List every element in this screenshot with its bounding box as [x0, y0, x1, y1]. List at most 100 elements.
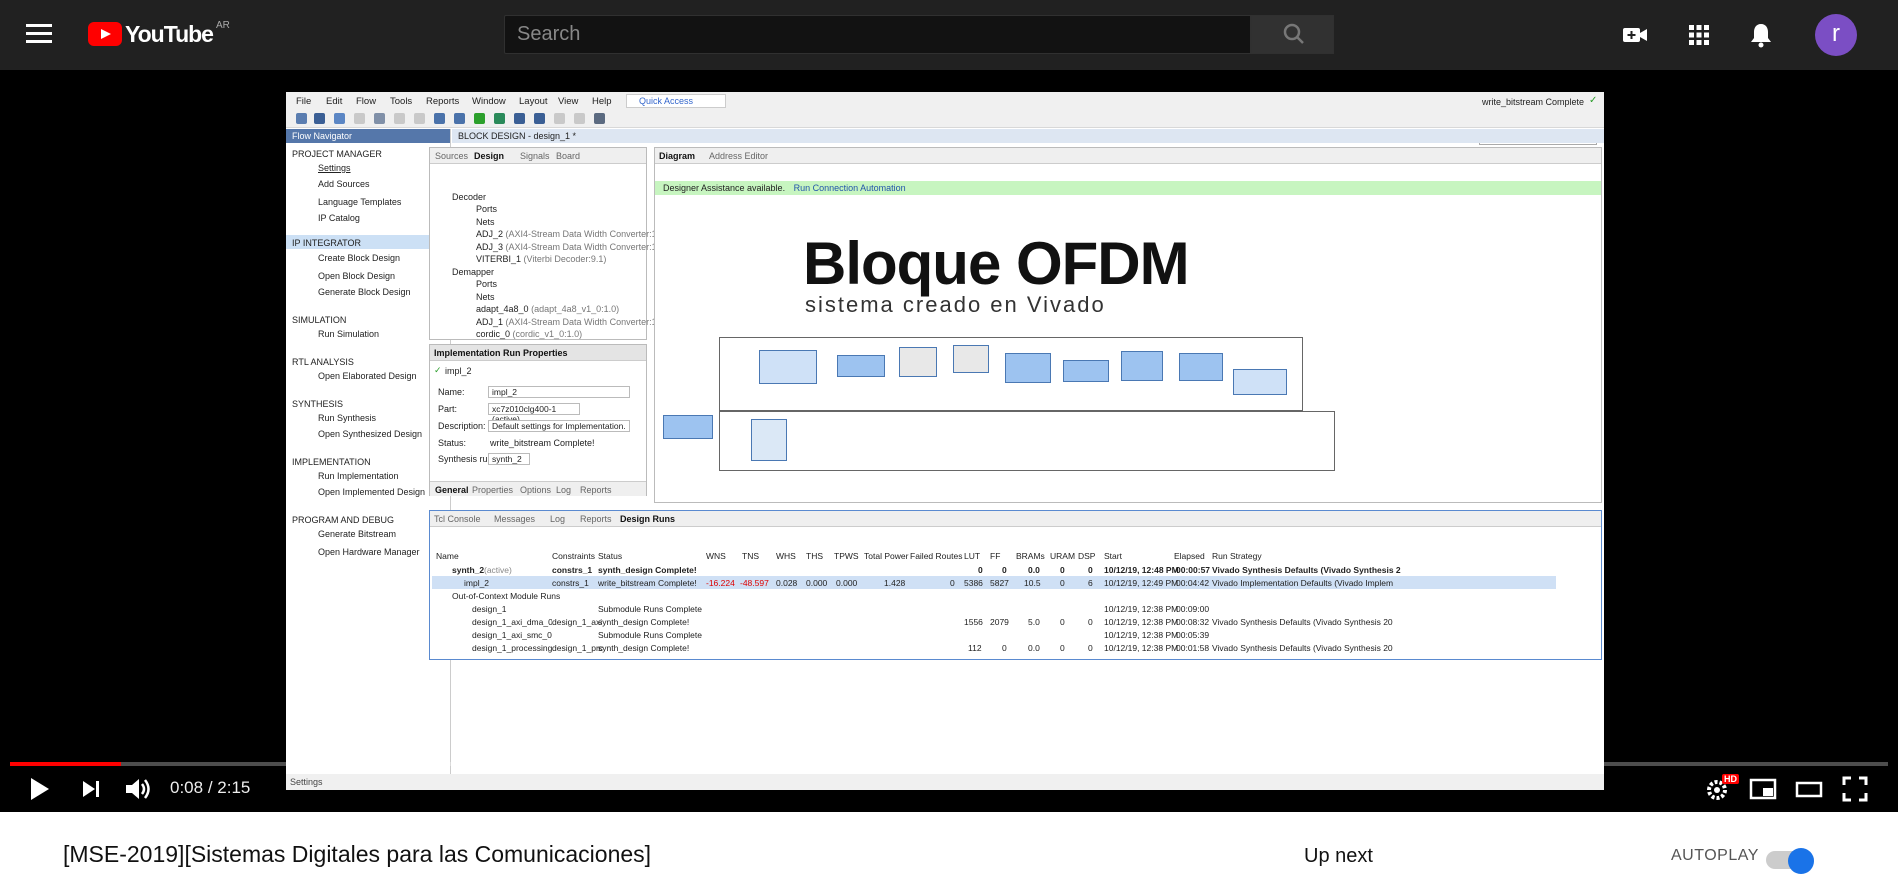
slide-title: Bloque OFDM	[803, 230, 1190, 297]
design-runs-panel: Tcl Console Messages Log Reports Design …	[429, 510, 1602, 660]
tree-row: ADJ_1 (AXI4-Stream Data Width Converter:…	[476, 317, 668, 327]
autoplay-toggle[interactable]	[1766, 848, 1814, 874]
col-tpws: TPWS	[834, 551, 859, 561]
menu-help: Help	[592, 96, 612, 107]
menu-file: File	[296, 96, 312, 107]
apps-grid-icon[interactable]	[1684, 20, 1714, 50]
name-label: Name:	[438, 387, 465, 397]
tree-row: VITERBI_1 (Viterbi Decoder:9.1)	[476, 254, 607, 264]
col-name: Name	[436, 551, 459, 561]
tree-row: Ports	[476, 279, 498, 289]
props-tab-properties: Properties	[472, 485, 514, 495]
fn-open-block-design: Open Block Design	[318, 271, 396, 281]
rtl-block	[953, 345, 989, 373]
props-tab-general: General	[435, 485, 469, 495]
col-whs: WHS	[776, 551, 796, 561]
section-implementation: IMPLEMENTATION	[292, 457, 371, 467]
next-button[interactable]	[74, 772, 108, 806]
wand-icon	[594, 113, 605, 124]
vivado-statusbar: Settings	[286, 774, 1604, 790]
skip-next-icon	[83, 781, 99, 797]
youtube-play-icon	[88, 22, 122, 46]
table-row: design_1_processing_sdesign_1_prc synth_…	[472, 643, 1393, 653]
fifo-block	[1233, 369, 1287, 395]
section-rtl-analysis: RTL ANALYSIS	[292, 357, 354, 367]
sigma-icon	[534, 113, 545, 124]
flow-navigator-title: Flow Navigator	[286, 129, 450, 143]
theater-mode-button[interactable]	[1792, 772, 1826, 806]
fn-run-simulation: Run Simulation	[318, 329, 380, 339]
slide-subtitle: sistema creado en Vivado	[805, 292, 1106, 317]
col-status: Status	[598, 551, 623, 561]
tool-icon	[574, 113, 585, 124]
search-button[interactable]	[1251, 15, 1334, 54]
col-run-strategy: Run Strategy	[1212, 551, 1262, 561]
tab-tcl-console: Tcl Console	[434, 514, 481, 524]
interconnect-block	[751, 419, 787, 461]
description-label: Description:	[438, 421, 486, 431]
progress-bar[interactable]	[10, 762, 1888, 766]
search-icon	[1283, 23, 1304, 44]
volume-icon	[126, 779, 150, 799]
search-input[interactable]	[504, 15, 1251, 54]
tree-row: ADJ_3 (AXI4-Stream Data Width Converter:…	[476, 242, 668, 252]
table-row: synth_2 (active) constrs_1 synth_design Co…	[452, 565, 1401, 575]
country-code: AR	[215, 20, 230, 31]
ip-block	[663, 415, 713, 439]
miniplayer-icon	[1749, 778, 1777, 800]
description-field: Default settings for Implementation.	[488, 420, 630, 432]
props-tab-options: Options	[520, 485, 552, 495]
settings-button[interactable]: HD	[1702, 772, 1739, 806]
ip-block	[1121, 351, 1163, 381]
hamburger-menu-icon[interactable]	[26, 24, 52, 44]
account-avatar[interactable]: r	[1815, 14, 1857, 56]
mute-button[interactable]	[121, 772, 155, 806]
miniplayer-button[interactable]	[1746, 772, 1780, 806]
create-video-icon[interactable]	[1620, 20, 1650, 50]
report-icon	[454, 113, 465, 124]
menu-window: Window	[472, 96, 506, 107]
run-icon	[474, 113, 485, 124]
current-time: 0:08	[170, 778, 204, 797]
block-design-title: BLOCK DESIGN - design_1 *	[452, 129, 1604, 143]
fn-ip-catalog: IP Catalog	[318, 213, 360, 223]
props-header: Implementation Run Properties	[430, 345, 646, 361]
play-button[interactable]	[22, 772, 56, 806]
name-field: impl_2	[488, 386, 630, 398]
open-icon	[296, 113, 307, 124]
col-uram: URAM	[1050, 551, 1076, 561]
table-row: impl_2 constrs_1 write_bitstream Complete…	[432, 576, 1556, 589]
tab-reports: Reports	[580, 514, 612, 524]
youtube-logo[interactable]: YouTube AR	[88, 20, 230, 48]
section-synthesis: SYNTHESIS	[292, 399, 344, 409]
fn-open-elaborated-design: Open Elaborated Design	[318, 371, 417, 381]
logo-text: YouTube	[125, 21, 214, 47]
props-title: Implementation Run Properties	[434, 348, 568, 358]
fn-settings: Settings	[318, 163, 351, 173]
col-total-power: Total Power	[864, 551, 909, 561]
check-icon: ✓	[434, 365, 442, 375]
tab-board: Board	[556, 151, 581, 161]
tab-messages: Messages	[494, 514, 536, 524]
video-player[interactable]: File Edit Flow Tools Reports Window Layo…	[0, 70, 1898, 812]
fn-run-synthesis: Run Synthesis	[318, 413, 377, 423]
menu-flow: Flow	[356, 96, 377, 107]
tree-row: ADJ_2 (AXI4-Stream Data Width Converter:…	[476, 229, 668, 239]
below-video: [MSE-2019][Sistemas Digitales para las C…	[0, 812, 1898, 882]
undo-icon	[334, 113, 345, 124]
autoplay-label: AUTOPLAY	[1671, 847, 1759, 864]
tab-signals: Signals	[520, 151, 550, 161]
menu-reports: Reports	[426, 96, 460, 107]
col-failed-routes: Failed Routes	[910, 551, 963, 561]
rtl-block	[899, 347, 937, 377]
fullscreen-icon	[1842, 776, 1868, 802]
paste-icon	[394, 113, 405, 124]
tree-row: Ports	[476, 204, 498, 214]
tab-sources: Sources	[435, 151, 469, 161]
up-next-heading: Up next	[1304, 845, 1373, 867]
table-row: design_1_axi_smc_0 Submodule Runs Complet…	[472, 630, 1210, 640]
notifications-bell-icon[interactable]	[1746, 20, 1776, 50]
fullscreen-button[interactable]	[1838, 772, 1872, 806]
props-tab-log: Log	[556, 485, 572, 495]
props-tab-reports: Reports	[580, 485, 612, 495]
